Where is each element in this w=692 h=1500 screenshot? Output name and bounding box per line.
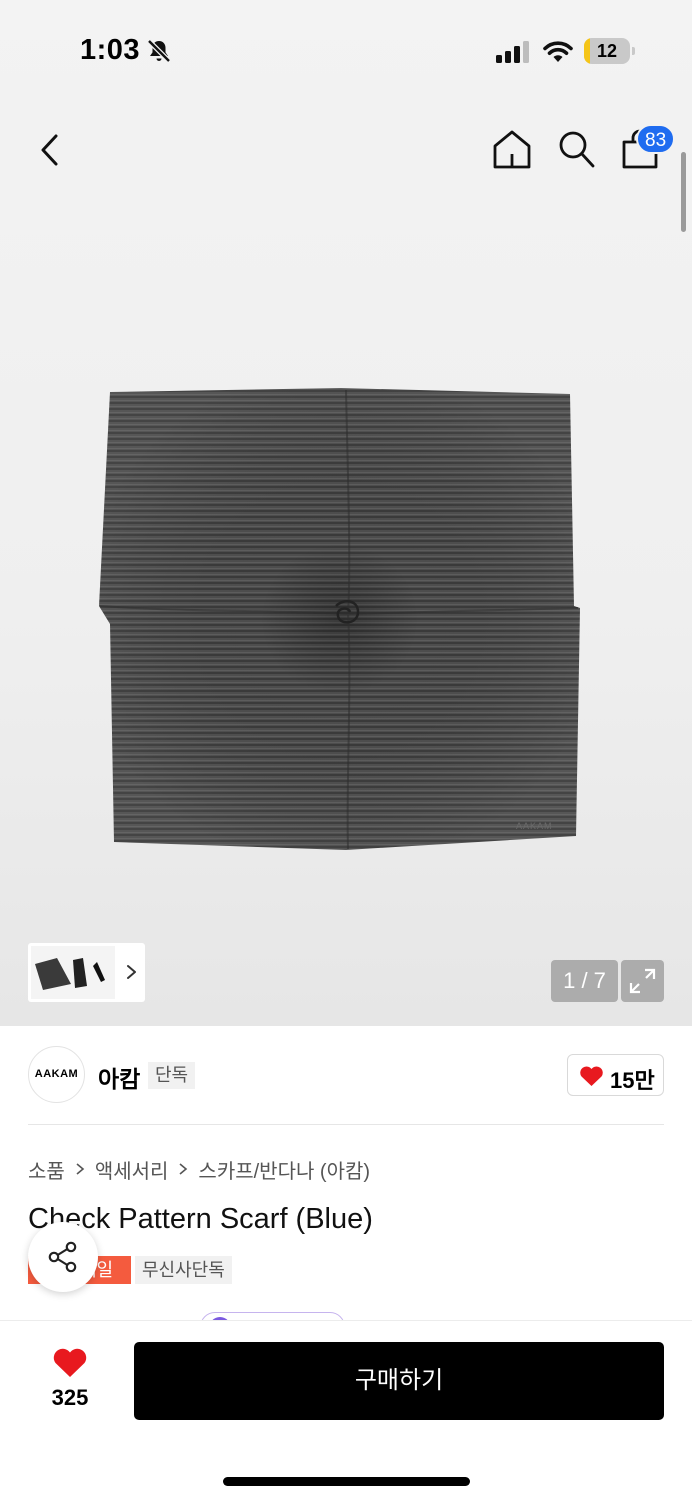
bottom-action-bar: 325 구매하기	[0, 1320, 692, 1500]
chevron-right-icon[interactable]	[124, 957, 140, 987]
breadcrumb-item[interactable]: 스카프/반다나 (아캄)	[198, 1155, 370, 1184]
exclusive-tag: 단독	[148, 1062, 196, 1089]
breadcrumb: 소품 액세서리 스카프/반다나 (아캄)	[28, 1155, 370, 1183]
thumbnail-strip[interactable]	[28, 943, 145, 1002]
search-icon[interactable]	[556, 128, 596, 170]
expand-icon	[629, 968, 656, 994]
home-indicator[interactable]	[223, 1477, 470, 1486]
breadcrumb-item[interactable]: 액세서리	[95, 1155, 169, 1184]
musinsa-exclusive-tag: 무신사단독	[135, 1256, 232, 1284]
brand-like-count: 15만	[610, 1068, 655, 1093]
status-time: 1:03	[80, 34, 141, 66]
share-button[interactable]	[28, 1222, 98, 1292]
battery-level-text: 12	[596, 41, 618, 61]
divider	[28, 1124, 664, 1125]
brand-logo[interactable]: AAKAM	[28, 1046, 85, 1103]
image-page-counter: 1 / 7	[551, 960, 618, 1002]
thumbnail-image[interactable]	[31, 946, 115, 999]
back-icon[interactable]	[34, 130, 66, 170]
wishlist-count: 325	[51, 1385, 89, 1410]
share-icon	[48, 1241, 77, 1273]
buy-button[interactable]: 구매하기	[134, 1342, 664, 1420]
signal-icon	[496, 41, 529, 63]
breadcrumb-item[interactable]: 소품	[28, 1155, 65, 1184]
brand-like-button[interactable]: 15만	[567, 1054, 664, 1096]
product-gallery[interactable]: 1:03 12 83 AAKAM 1 / 7	[0, 0, 692, 1026]
page-scrollbar[interactable]	[681, 152, 686, 232]
battery-icon: 12	[584, 38, 636, 64]
wishlist-heart-icon[interactable]	[52, 1347, 88, 1379]
status-bar: 1:03 12	[0, 0, 692, 100]
chevron-right-icon	[179, 1163, 188, 1175]
expand-image-button[interactable]	[621, 960, 664, 1002]
brand-row: AAKAM 아캄 단독 15만	[0, 1026, 692, 1126]
product-image[interactable]: AAKAM	[96, 384, 586, 854]
brand-watermark: AAKAM	[516, 821, 553, 831]
bell-off-icon	[147, 39, 171, 63]
cart-count-badge: 83	[636, 124, 676, 154]
brand-name[interactable]: 아캄	[98, 1060, 140, 1094]
wifi-icon	[543, 41, 573, 62]
heart-icon	[580, 1066, 603, 1086]
chevron-right-icon	[76, 1163, 85, 1175]
home-icon[interactable]	[492, 128, 532, 170]
